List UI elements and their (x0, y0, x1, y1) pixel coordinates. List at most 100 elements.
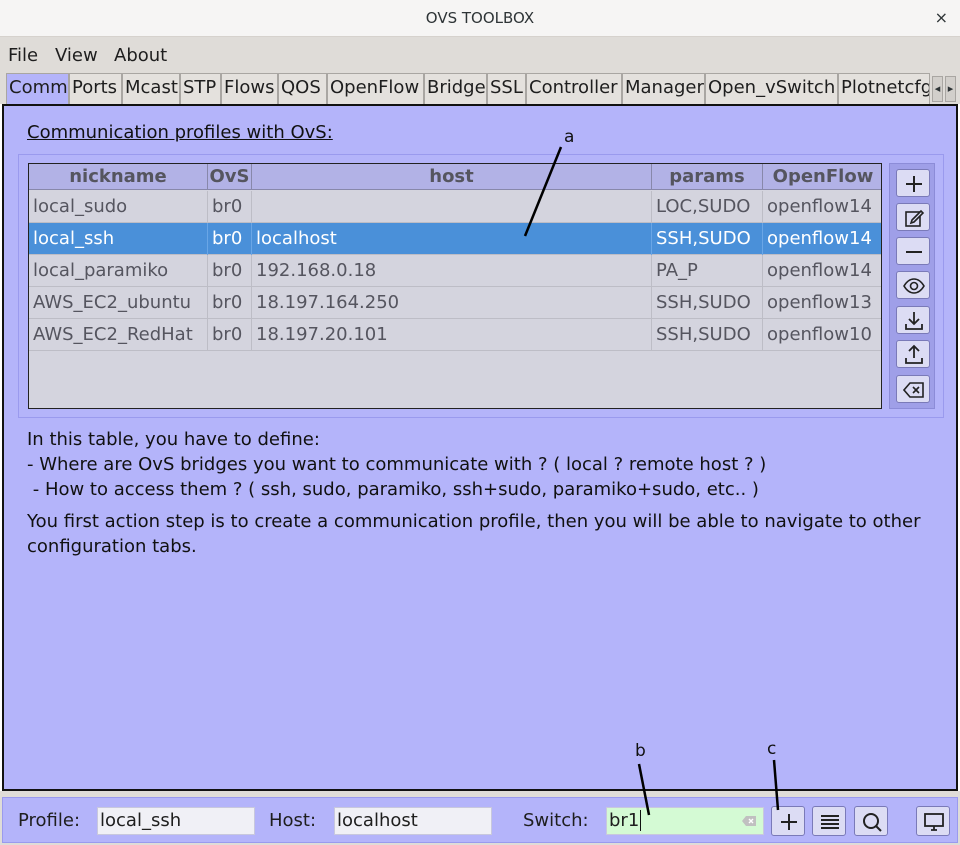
host-field[interactable]: localhost (334, 807, 492, 835)
tab-ports[interactable]: Ports (69, 73, 122, 104)
cell-nickname: local_paramiko (29, 255, 208, 287)
cell-openflow: openflow10 (767, 324, 872, 345)
profiles-frame: nickname OvS host params OpenFlow local_… (18, 154, 944, 418)
tab-bridge[interactable]: Bridge (424, 73, 487, 104)
table-row[interactable]: local_sudo br0 LOC,SUDO openflow14 (29, 191, 881, 223)
menubar: File View About (0, 37, 960, 72)
clear-profiles-button[interactable] (896, 375, 930, 403)
cell-ovs: br0 (208, 287, 252, 319)
cell-nickname: local_ssh (29, 223, 208, 255)
table-actions (889, 163, 935, 409)
plus-icon (906, 176, 922, 192)
search-icon (863, 813, 882, 832)
tab-controller[interactable]: Controller (526, 73, 622, 104)
table-row[interactable]: AWS_EC2_ubuntu br0 18.197.164.250 SSH,SU… (29, 287, 881, 319)
edit-profile-button[interactable] (896, 203, 930, 231)
cell-params: SSH,SUDO (652, 319, 763, 351)
profiles-table[interactable]: nickname OvS host params OpenFlow local_… (28, 163, 882, 409)
tab-openflow[interactable]: OpenFlow (327, 73, 424, 104)
minus-icon (906, 251, 922, 253)
column-header-nickname[interactable]: nickname (29, 164, 208, 190)
close-icon[interactable]: × (935, 8, 948, 27)
plus-icon (781, 814, 797, 830)
cell-params: SSH,SUDO (652, 287, 763, 319)
cell-nickname: AWS_EC2_ubuntu (29, 287, 208, 319)
menu-view[interactable]: View (55, 45, 98, 66)
column-header-ovs[interactable]: OvS (208, 164, 252, 190)
column-header-params[interactable]: params (652, 164, 763, 190)
edit-icon (905, 209, 925, 227)
profile-field[interactable]: local_ssh (97, 807, 255, 835)
backspace-icon (903, 382, 924, 398)
info-line: - Where are OvS bridges you want to comm… (27, 454, 767, 475)
list-icon (821, 815, 839, 829)
window-titlebar: OVS TOOLBOX × (0, 0, 960, 37)
tab-flows[interactable]: Flows (221, 73, 278, 104)
eye-icon (903, 278, 925, 294)
cell-nickname: AWS_EC2_RedHat (29, 319, 208, 351)
annotation-b: b (635, 741, 646, 761)
tab-bar: Comm Ports Mcast STP Flows QOS OpenFlow … (0, 72, 960, 105)
table-row[interactable]: local_paramiko br0 192.168.0.18 PA_P ope… (29, 255, 881, 287)
switch-value: br1 (609, 810, 640, 831)
tab-qos[interactable]: QOS (278, 73, 327, 104)
column-header-openflow[interactable]: OpenFlow (763, 164, 881, 190)
terminal-button[interactable] (916, 806, 950, 836)
cell-host: 192.168.0.18 (252, 255, 652, 287)
info-line: You first action step is to create a com… (27, 511, 921, 532)
tab-mcast[interactable]: Mcast (122, 73, 180, 104)
cell-host: localhost (252, 223, 652, 255)
switch-input[interactable]: br1 (606, 807, 764, 835)
export-profile-button[interactable] (896, 340, 930, 368)
cell-openflow: openflow14 (767, 196, 872, 217)
tab-scroll-right-icon[interactable]: ▸ (945, 76, 956, 102)
table-header: nickname OvS host params OpenFlow (29, 164, 881, 190)
cell-host: 18.197.164.250 (252, 287, 652, 319)
menu-file[interactable]: File (8, 45, 38, 66)
menu-about[interactable]: About (114, 45, 167, 66)
cell-openflow: openflow14 (767, 228, 872, 249)
panel-heading: Communication profiles with OvS: (27, 122, 333, 143)
cell-params: SSH,SUDO (652, 223, 763, 255)
tab-ssl[interactable]: SSL (487, 73, 526, 104)
comm-panel: Communication profiles with OvS: nicknam… (2, 104, 958, 791)
search-button[interactable] (854, 806, 888, 836)
info-line: In this table, you have to define: (27, 429, 320, 450)
tab-manager[interactable]: Manager (622, 73, 705, 104)
cell-openflow: openflow14 (767, 260, 872, 281)
status-bar: Profile: local_ssh Host: localhost Switc… (0, 791, 960, 845)
tab-scroll-left-icon[interactable]: ◂ (932, 76, 943, 102)
import-profile-button[interactable] (896, 306, 930, 334)
window-title: OVS TOOLBOX (425, 9, 535, 27)
add-switch-button[interactable] (771, 806, 805, 836)
info-line: configuration tabs. (27, 536, 197, 557)
add-profile-button[interactable] (896, 169, 930, 197)
cell-params: LOC,SUDO (652, 191, 763, 223)
column-header-host[interactable]: host (252, 164, 652, 190)
download-icon (905, 312, 923, 330)
cell-ovs: br0 (208, 319, 252, 351)
profile-label: Profile: (18, 810, 81, 831)
table-row[interactable]: AWS_EC2_RedHat br0 18.197.20.101 SSH,SUD… (29, 319, 881, 351)
info-line: - How to access them ? ( ssh, sudo, para… (27, 479, 759, 500)
tab-plotnetcfg[interactable]: Plotnetcfg (838, 73, 930, 104)
cell-openflow: openflow13 (767, 292, 872, 313)
cell-host: 18.197.20.101 (252, 319, 652, 351)
tab-comm[interactable]: Comm (6, 73, 69, 105)
view-profile-button[interactable] (896, 271, 930, 299)
status-bar-inner: Profile: local_ssh Host: localhost Switc… (2, 797, 958, 843)
host-label: Host: (269, 810, 317, 831)
upload-icon (905, 344, 923, 364)
remove-profile-button[interactable] (896, 237, 930, 265)
annotation-a: a (564, 127, 575, 147)
tab-open-vswitch[interactable]: Open_vSwitch (705, 73, 838, 104)
clear-icon[interactable] (741, 815, 757, 827)
tab-stp[interactable]: STP (180, 73, 221, 104)
cell-ovs: br0 (208, 191, 252, 223)
cell-params: PA_P (652, 255, 763, 287)
cell-nickname: local_sudo (29, 191, 208, 223)
annotation-c: c (767, 739, 777, 759)
list-button[interactable] (812, 806, 846, 836)
table-row-selected[interactable]: local_ssh br0 localhost SSH,SUDO openflo… (29, 223, 881, 255)
cell-ovs: br0 (208, 223, 252, 255)
